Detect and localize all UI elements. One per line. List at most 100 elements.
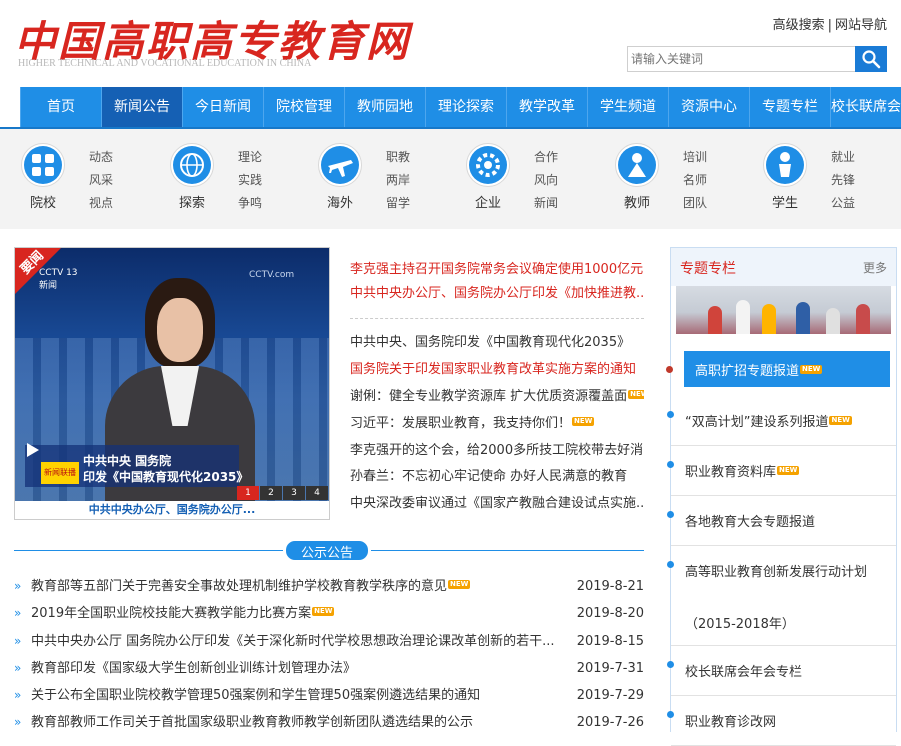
category-link[interactable]: 合作: [534, 146, 558, 169]
nav-item[interactable]: 资源中心: [668, 87, 749, 127]
category-link[interactable]: 动态: [89, 146, 113, 169]
more-link[interactable]: 更多: [863, 259, 887, 276]
category-1[interactable]: 院校 动态 风采 视点: [21, 129, 151, 229]
category-links: 就业 先锋 公益: [831, 146, 855, 215]
topic-banner-image[interactable]: [676, 286, 891, 334]
category-6[interactable]: 学生 就业 先锋 公益: [763, 129, 893, 229]
category-link[interactable]: 职教: [386, 146, 410, 169]
notice-row[interactable]: » 中共中央办公厅 国务院办公厅印发《关于深化新时代学校思想政治理论课改革创新的若…: [14, 628, 644, 655]
news-item[interactable]: 谢俐：健全专业教学资源库 扩大优质资源覆盖面NEW: [350, 384, 644, 411]
news-title: 谢俐：健全专业教学资源库 扩大优质资源覆盖面: [350, 388, 628, 404]
nav-item[interactable]: 理论探索: [425, 87, 506, 127]
nav-item[interactable]: 教师园地: [344, 87, 425, 127]
pager-dot[interactable]: 3: [283, 486, 305, 500]
double-chevron-icon: »: [14, 660, 22, 675]
search-button[interactable]: [855, 46, 887, 72]
news-item[interactable]: 中共中央、国务院印发《中国教育现代化2035》: [350, 330, 644, 357]
topic-item[interactable]: 高等职业教育创新发展行动计划 （2015-2018年）: [667, 546, 896, 646]
category-icon-frame[interactable]: [170, 143, 214, 187]
category-link[interactable]: 两岸: [386, 169, 410, 192]
category-link[interactable]: 争鸣: [238, 192, 262, 215]
notice-title-text[interactable]: 教育部印发《国家级大学生创新创业训练计划管理办法》: [31, 655, 571, 682]
notice-title-text[interactable]: 教育部等五部门关于完善安全事故处理机制维护学校教育教学秩序的意见 NEW: [31, 573, 571, 600]
news-item[interactable]: 习近平：发展职业教育，我支持你们！ NEW: [350, 411, 644, 438]
notice-date: 2019-8-21: [576, 579, 644, 594]
notice-title-text[interactable]: 中共中央办公厅 国务院办公厅印发《关于深化新时代学校思想政治理论课改革创新的若干…: [31, 628, 571, 655]
category-link[interactable]: 培训: [683, 146, 707, 169]
category-link[interactable]: 公益: [831, 192, 855, 215]
news-item[interactable]: 李克强开的这个会，给2000多所技工院校带去好消...: [350, 438, 644, 465]
category-link[interactable]: 团队: [683, 192, 707, 215]
double-chevron-icon: »: [14, 606, 22, 621]
category-link[interactable]: 新闻: [534, 192, 558, 215]
pager-dot[interactable]: 2: [260, 486, 282, 500]
category-link[interactable]: 风采: [89, 169, 113, 192]
pager-dot[interactable]: 4: [306, 486, 328, 500]
nav-item[interactable]: 专题专栏: [749, 87, 830, 127]
notice-row[interactable]: » 关于公布全国职业院校教学管理50强案例和学生管理50强案例遴选结果的通知 201…: [14, 682, 644, 709]
category-name[interactable]: 院校: [21, 192, 65, 211]
notice-row[interactable]: » 教育部教师工作司关于首批国家级职业教育教师教学创新团队遴选结果的公示 2019-…: [14, 709, 644, 736]
category-2[interactable]: 探索 理论 实践 争鸣: [170, 129, 300, 229]
play-icon[interactable]: [27, 443, 39, 457]
category-name[interactable]: 企业: [466, 192, 510, 211]
search-input[interactable]: [627, 46, 855, 72]
notice-title-text[interactable]: 教育部教师工作司关于首批国家级职业教育教师教学创新团队遴选结果的公示: [31, 709, 571, 736]
notice-row[interactable]: » 2019年全国职业院校技能大赛教学能力比赛方案 NEW 2019-8-20: [14, 600, 644, 627]
news-item[interactable]: 中央深改委审议通过《国家产教融合建设试点实施...: [350, 491, 644, 518]
nav-item[interactable]: 首页: [20, 87, 101, 127]
category-3[interactable]: 海外 职教 两岸 留学: [318, 129, 448, 229]
headline-item[interactable]: 中共中央办公厅、国务院办公厅印发《加快推进教...: [350, 282, 644, 306]
category-link[interactable]: 名师: [683, 169, 707, 192]
category-icon-frame[interactable]: [763, 143, 807, 187]
notice-title-text[interactable]: 2019年全国职业院校技能大赛教学能力比赛方案 NEW: [31, 600, 571, 627]
category-link[interactable]: 留学: [386, 192, 410, 215]
double-chevron-icon: »: [14, 633, 22, 648]
headline-item[interactable]: 李克强主持召开国务院常务会议确定使用1000亿元...: [350, 258, 644, 282]
topic-item[interactable]: 校长联席会年会专栏: [667, 646, 896, 696]
nav-item[interactable]: 学生频道: [587, 87, 668, 127]
topic-item[interactable]: 各地教育大会专题报道: [667, 496, 896, 546]
nav-item[interactable]: 院校管理: [263, 87, 344, 127]
category-name[interactable]: 学生: [763, 192, 807, 211]
category-icon-frame[interactable]: [21, 143, 65, 187]
category-icon-frame[interactable]: [466, 143, 510, 187]
category-icon-frame[interactable]: [318, 143, 362, 187]
notices-title[interactable]: 公示公告: [283, 538, 371, 563]
news-item[interactable]: 孙春兰：不忘初心牢记使命 办好人民满意的教育: [350, 464, 644, 491]
category-name[interactable]: 探索: [170, 192, 214, 211]
pager-dot[interactable]: 1: [237, 486, 259, 500]
category-link[interactable]: 就业: [831, 146, 855, 169]
news-item[interactable]: 国务院关于印发国家职业教育改革实施方案的通知: [350, 357, 644, 384]
category-link[interactable]: 视点: [89, 192, 113, 215]
notice-title-text[interactable]: 关于公布全国职业院校教学管理50强案例和学生管理50强案例遴选结果的通知: [31, 682, 571, 709]
category-icon-frame[interactable]: [615, 143, 659, 187]
category-link[interactable]: 理论: [238, 146, 262, 169]
topic-item[interactable]: 职业教育资料库 NEW: [667, 446, 896, 496]
category-link[interactable]: 先锋: [831, 169, 855, 192]
nav-item[interactable]: 校长联席会专区: [830, 87, 901, 127]
nav-item[interactable]: 今日新闻: [182, 87, 263, 127]
category-link[interactable]: 实践: [238, 169, 262, 192]
student-icon: [779, 152, 791, 177]
notice-row[interactable]: » 教育部等五部门关于完善安全事故处理机制维护学校教育教学秩序的意见 NEW 2019…: [14, 573, 644, 600]
category-name[interactable]: 海外: [318, 192, 362, 211]
category-name[interactable]: 教师: [615, 192, 659, 211]
double-chevron-icon: »: [14, 688, 22, 703]
special-topics-panel: 专题专栏 更多 高职扩招专题报道 NEW “双高计划”建设系列报道 NEW 职业教育资料…: [666, 247, 897, 746]
notice-row[interactable]: » 教育部印发《国家级大学生创新创业训练计划管理办法》 2019-7-31: [14, 655, 644, 682]
pager-dot[interactable]: 5: [329, 486, 330, 500]
topic-label: 高职扩招专题报道: [695, 364, 800, 379]
advanced-search-link[interactable]: 高级搜索: [773, 18, 825, 33]
video-player[interactable]: CCTV 13 新闻 CCTV.com 中共中央 国务院 印发《中国教育现代化20…: [14, 247, 330, 520]
topic-item[interactable]: 职业教育诊改网: [667, 696, 896, 746]
video-bottom-caption[interactable]: 中共中央办公厅、国务院办公厅...: [15, 501, 329, 519]
category-5[interactable]: 教师 培训 名师 团队: [615, 129, 745, 229]
topic-item[interactable]: “双高计划”建设系列报道 NEW: [667, 396, 896, 446]
category-4[interactable]: 企业 合作 风向 新闻: [466, 129, 596, 229]
nav-item[interactable]: 新闻公告: [101, 87, 182, 127]
nav-item[interactable]: 教学改革: [506, 87, 587, 127]
topic-item[interactable]: 高职扩招专题报道 NEW: [666, 351, 890, 387]
site-map-link[interactable]: 网站导航: [835, 18, 887, 33]
category-link[interactable]: 风向: [534, 169, 558, 192]
